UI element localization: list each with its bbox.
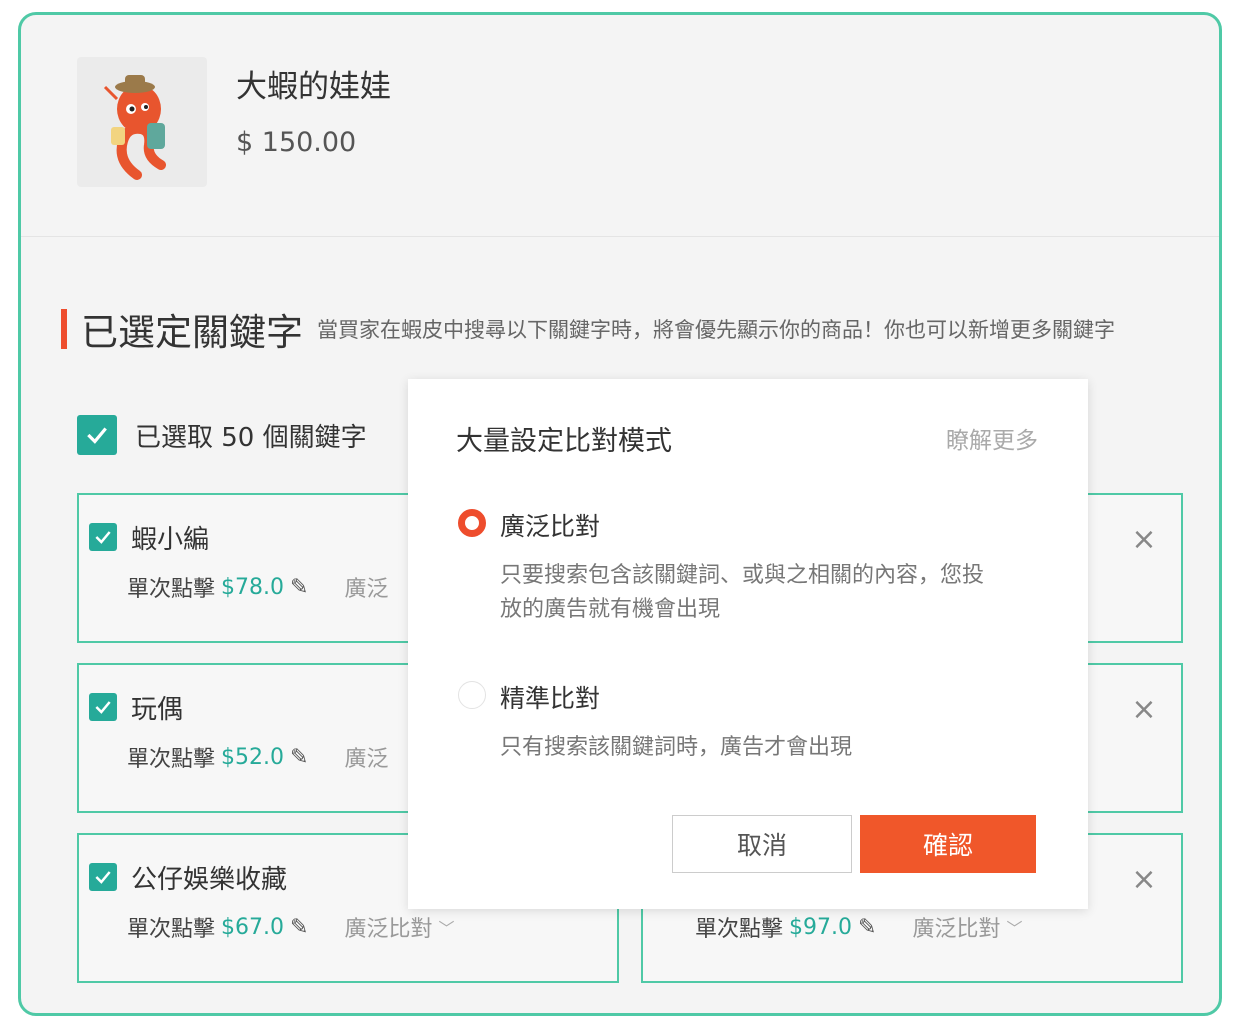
dialog-title: 大量設定比對模式 xyxy=(456,426,672,457)
bid-row: 單次點擊 $67.0 ✎ 廣泛比對 ﹀ xyxy=(127,911,454,943)
edit-pencil-icon[interactable]: ✎ xyxy=(290,745,308,770)
keywords-section-header: 已選定關鍵字 當買家在蝦皮中搜尋以下關鍵字時，將會優先顯示你的商品！你也可以新增… xyxy=(61,307,1196,357)
close-icon[interactable]: × xyxy=(1129,695,1159,725)
keyword-checkbox[interactable] xyxy=(89,863,117,891)
broad-match-radio[interactable] xyxy=(458,509,486,537)
select-all-keywords[interactable]: 已選取 50 個關鍵字 xyxy=(77,415,367,455)
keyword-text: 蝦小編 xyxy=(131,525,210,555)
shrimp-mascot-icon xyxy=(103,75,166,180)
bid-label: 單次點擊 xyxy=(127,577,216,602)
bid-value: $97.0 xyxy=(789,914,852,940)
section-accent-bar xyxy=(61,309,67,349)
check-icon xyxy=(95,701,111,714)
edit-pencil-icon[interactable]: ✎ xyxy=(858,915,876,940)
product-image xyxy=(77,57,207,187)
chevron-down-icon[interactable]: ﹀ xyxy=(438,915,454,939)
bulk-match-mode-dialog: 大量設定比對模式 瞭解更多 廣泛比對 只要搜索包含該關鍵詞、或與之相關的內容，您… xyxy=(408,379,1088,909)
cancel-button[interactable]: 取消 xyxy=(672,815,852,873)
bid-label: 單次點擊 xyxy=(695,917,784,942)
select-all-label: 已選取 50 個關鍵字 xyxy=(135,422,367,453)
broad-match-desc-line1: 只要搜索包含該關鍵詞、或與之相關的內容，您投 xyxy=(500,563,985,588)
ad-settings-panel: 大蝦的娃娃 $ 150.00 已選定關鍵字 當買家在蝦皮中搜尋以下關鍵字時，將會… xyxy=(18,12,1222,1016)
bid-row: 單次點擊 $97.0 ✎ 廣泛比對 ﹀ xyxy=(695,911,1022,943)
keyword-text: 公仔娛樂收藏 xyxy=(131,865,288,895)
close-icon[interactable]: × xyxy=(1129,525,1159,555)
exact-match-label[interactable]: 精準比對 xyxy=(500,679,600,715)
section-hint: 當買家在蝦皮中搜尋以下關鍵字時，將會優先顯示你的商品！你也可以新增更多關鍵字 xyxy=(317,318,1115,342)
close-icon[interactable]: × xyxy=(1129,865,1159,895)
product-name: 大蝦的娃娃 xyxy=(236,69,391,105)
check-icon xyxy=(87,427,107,444)
broad-match-label[interactable]: 廣泛比對 xyxy=(500,507,600,543)
match-type-dropdown[interactable]: 廣泛比對 xyxy=(912,911,1000,943)
edit-pencil-icon[interactable]: ✎ xyxy=(290,915,308,940)
keyword-text: 玩偶 xyxy=(131,695,184,725)
broad-match-desc-line2: 放的廣告就有機會出現 xyxy=(500,597,721,622)
bid-row: 單次點擊 $78.0 ✎ 廣泛 xyxy=(127,571,388,603)
exact-match-desc: 只有搜索該關鍵詞時，廣告才會出現 xyxy=(500,735,853,760)
bid-label: 單次點擊 xyxy=(127,917,216,942)
exact-match-radio[interactable] xyxy=(458,681,486,709)
bid-label: 單次點擊 xyxy=(127,747,216,772)
match-type-dropdown[interactable]: 廣泛 xyxy=(344,741,388,773)
bid-row: 單次點擊 $52.0 ✎ 廣泛 xyxy=(127,741,388,773)
learn-more-link[interactable]: 瞭解更多 xyxy=(946,421,1038,455)
select-all-checkbox[interactable] xyxy=(77,415,117,455)
product-price: $ 150.00 xyxy=(236,127,357,158)
check-icon xyxy=(95,871,111,884)
keyword-checkbox[interactable] xyxy=(89,693,117,721)
match-type-dropdown[interactable]: 廣泛 xyxy=(344,571,388,603)
section-title: 已選定關鍵字 xyxy=(81,311,303,354)
bid-value: $78.0 xyxy=(221,574,284,600)
product-header: 大蝦的娃娃 $ 150.00 xyxy=(21,15,1219,237)
bid-value: $52.0 xyxy=(221,744,284,770)
confirm-button[interactable]: 確認 xyxy=(860,815,1036,873)
keyword-checkbox[interactable] xyxy=(89,523,117,551)
bid-value: $67.0 xyxy=(221,914,284,940)
check-icon xyxy=(95,531,111,544)
chevron-down-icon[interactable]: ﹀ xyxy=(1006,915,1022,939)
edit-pencil-icon[interactable]: ✎ xyxy=(290,575,308,600)
match-type-dropdown[interactable]: 廣泛比對 xyxy=(344,911,432,943)
